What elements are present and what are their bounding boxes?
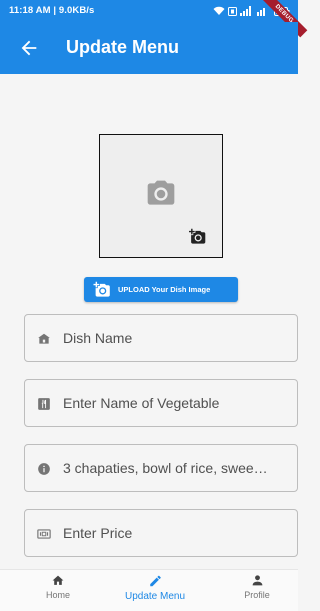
page-title: Update Menu bbox=[66, 37, 180, 57]
description-value: 3 chapaties, bowl of rice, swee… bbox=[63, 460, 268, 476]
nav-label-update-menu: Update Menu bbox=[124, 591, 186, 602]
status-time: 11:18 AM | 9.0KB/s bbox=[9, 5, 95, 16]
nav-item-profile[interactable]: Profile bbox=[212, 574, 302, 610]
add-photo-icon[interactable] bbox=[189, 228, 206, 245]
dish-name-field[interactable]: Dish Name bbox=[24, 314, 298, 362]
signal-2-icon bbox=[257, 8, 265, 16]
nav-label-profile: Profile bbox=[244, 590, 270, 600]
add-photo-icon bbox=[93, 281, 110, 297]
nfc-icon bbox=[228, 6, 237, 16]
price-placeholder: Enter Price bbox=[63, 525, 133, 541]
dish-image-preview[interactable] bbox=[99, 134, 223, 258]
bottom-navigation: Home Update Menu Profile bbox=[0, 569, 298, 611]
restaurant-menu-icon bbox=[38, 398, 50, 410]
store-icon bbox=[38, 333, 50, 344]
signal-icon bbox=[240, 6, 251, 16]
description-field[interactable]: 3 chapaties, bowl of rice, swee… bbox=[24, 444, 298, 492]
person-icon bbox=[252, 575, 262, 586]
money-icon bbox=[37, 529, 51, 539]
edit-icon bbox=[149, 575, 161, 587]
dish-name-placeholder: Dish Name bbox=[63, 330, 133, 346]
nav-label-home: Home bbox=[45, 590, 70, 600]
status-bar: 11:18 AM | 9.0KB/s DEBUG bbox=[0, 0, 308, 38]
upload-image-button[interactable]: UPLOAD Your Dish Image bbox=[84, 277, 238, 302]
nav-item-home[interactable]: Home bbox=[13, 574, 103, 610]
upload-button-label: UPLOAD Your Dish Image bbox=[118, 285, 211, 294]
vegetable-field[interactable]: Enter Name of Vegetable bbox=[24, 379, 298, 427]
wifi-icon bbox=[213, 6, 225, 15]
vegetable-placeholder: Enter Name of Vegetable bbox=[63, 395, 220, 411]
arrow-back-icon[interactable] bbox=[18, 37, 40, 59]
price-field[interactable]: Enter Price bbox=[24, 509, 298, 557]
nav-item-update-menu[interactable]: Update Menu bbox=[110, 574, 200, 610]
app-bar: Update Menu bbox=[0, 22, 298, 74]
home-icon bbox=[52, 575, 64, 585]
camera-icon bbox=[147, 180, 175, 205]
info-icon bbox=[38, 463, 50, 475]
